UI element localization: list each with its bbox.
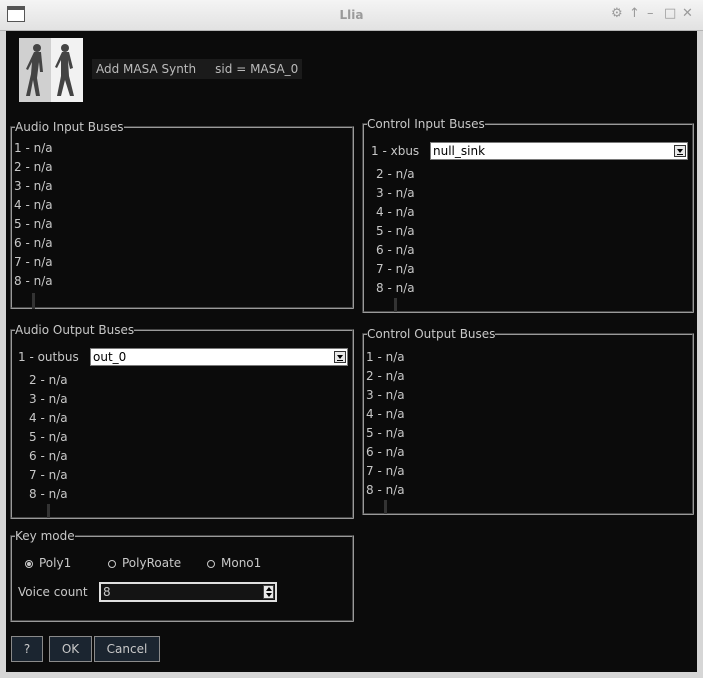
audio-output-bus-5: 5 - n/a: [29, 430, 68, 444]
control-output-bus-6: 6 - n/a: [366, 445, 405, 459]
radio-unchecked-icon[interactable]: [207, 560, 215, 568]
xbus-select-value: null_sink: [433, 144, 486, 158]
chevron-down-icon[interactable]: [674, 145, 686, 157]
radio-checked-icon[interactable]: [25, 560, 33, 568]
audio-output-bus-8: 8 - n/a: [29, 487, 68, 501]
audio-input-bus-8: 8 - n/a: [14, 274, 53, 288]
audio-output-bus-1-label: 1 - outbus: [18, 350, 79, 364]
scroll-stub: [394, 298, 397, 312]
header-label: Add MASA Synth sid = MASA_0: [92, 59, 303, 79]
scroll-stub: [384, 500, 387, 514]
radio-polyroate-label: PolyRoate: [122, 556, 182, 570]
scroll-stub: [47, 504, 50, 518]
cancel-button[interactable]: Cancel: [94, 636, 160, 662]
audio-input-bus-6: 6 - n/a: [14, 236, 53, 250]
control-input-bus-8: 8 - n/a: [376, 281, 415, 295]
control-output-bus-1: 1 - n/a: [366, 350, 405, 364]
key-mode-group: Key mode Poly1 PolyRoate Mono1 Voice cou…: [10, 530, 354, 622]
control-input-legend: Control Input Buses: [367, 117, 485, 131]
audio-output-bus-3: 3 - n/a: [29, 392, 68, 406]
control-output-bus-5: 5 - n/a: [366, 426, 405, 440]
audio-input-bus-5: 5 - n/a: [14, 217, 53, 231]
radio-poly1-label: Poly1: [39, 556, 72, 570]
radio-mono1-label: Mono1: [221, 556, 262, 570]
window-title: Llia: [339, 8, 364, 22]
audio-input-buses-group: Audio Input Buses 1 - n/a 2 - n/a 3 - n/…: [10, 121, 354, 309]
audio-input-bus-1: 1 - n/a: [14, 141, 53, 155]
audio-output-bus-2: 2 - n/a: [29, 373, 68, 387]
audio-input-legend: Audio Input Buses: [15, 120, 124, 134]
voice-count-label: Voice count: [18, 585, 88, 599]
control-input-bus-3: 3 - n/a: [376, 186, 415, 200]
audio-output-bus-4: 4 - n/a: [29, 411, 68, 425]
minimize-icon[interactable]: –: [647, 7, 654, 21]
control-output-bus-4: 4 - n/a: [366, 407, 405, 421]
voice-count-spinbox[interactable]: 8: [99, 582, 277, 602]
control-output-bus-3: 3 - n/a: [366, 388, 405, 402]
control-input-bus-5: 5 - n/a: [376, 224, 415, 238]
spin-arrows-icon[interactable]: [263, 585, 274, 599]
audio-input-bus-7: 7 - n/a: [14, 255, 53, 269]
control-input-bus-7: 7 - n/a: [376, 262, 415, 276]
maximize-icon[interactable]: □: [664, 7, 676, 21]
audio-output-bus-7: 7 - n/a: [29, 468, 68, 482]
logo: [19, 38, 83, 102]
key-mode-legend: Key mode: [15, 529, 75, 543]
audio-output-legend: Audio Output Buses: [15, 323, 135, 337]
radio-mono1[interactable]: Mono1: [207, 556, 261, 570]
title-bar[interactable]: Llia ⚙ ↑ – □ ✕: [0, 0, 703, 31]
control-output-buses-group: Control Output Buses 1 - n/a 2 - n/a 3 -…: [362, 328, 694, 515]
control-input-buses-group: Control Input Buses 1 - xbus null_sink 2…: [362, 118, 694, 313]
control-input-bus-1-label: 1 - xbus: [371, 144, 420, 158]
help-button[interactable]: ?: [11, 636, 43, 662]
audio-input-bus-4: 4 - n/a: [14, 198, 53, 212]
control-output-bus-8: 8 - n/a: [366, 483, 405, 497]
keep-above-icon[interactable]: ↑: [629, 7, 640, 21]
close-icon[interactable]: ✕: [682, 7, 693, 21]
control-output-bus-2: 2 - n/a: [366, 369, 405, 383]
xbus-select[interactable]: null_sink: [430, 142, 688, 160]
audio-output-bus-6: 6 - n/a: [29, 449, 68, 463]
chevron-down-icon[interactable]: [334, 351, 346, 363]
audio-output-buses-group: Audio Output Buses 1 - outbus out_0 2 - …: [10, 324, 354, 519]
outbus-select-value: out_0: [93, 350, 127, 364]
voice-count-value: 8: [103, 585, 111, 599]
control-output-bus-7: 7 - n/a: [366, 464, 405, 478]
radio-poly1[interactable]: Poly1: [25, 556, 71, 570]
control-input-bus-4: 4 - n/a: [376, 205, 415, 219]
audio-input-bus-2: 2 - n/a: [14, 160, 53, 174]
gear-icon[interactable]: ⚙: [611, 7, 623, 21]
radio-polyroate[interactable]: PolyRoate: [108, 556, 181, 570]
scroll-stub: [32, 293, 35, 309]
control-output-legend: Control Output Buses: [367, 327, 496, 341]
audio-input-bus-3: 3 - n/a: [14, 179, 53, 193]
control-input-bus-2: 2 - n/a: [376, 167, 415, 181]
control-input-bus-6: 6 - n/a: [376, 243, 415, 257]
ok-button[interactable]: OK: [49, 636, 92, 662]
outbus-select[interactable]: out_0: [90, 348, 348, 366]
radio-unchecked-icon[interactable]: [108, 560, 116, 568]
dialog-body: Add MASA Synth sid = MASA_0 Audio Input …: [6, 31, 697, 672]
